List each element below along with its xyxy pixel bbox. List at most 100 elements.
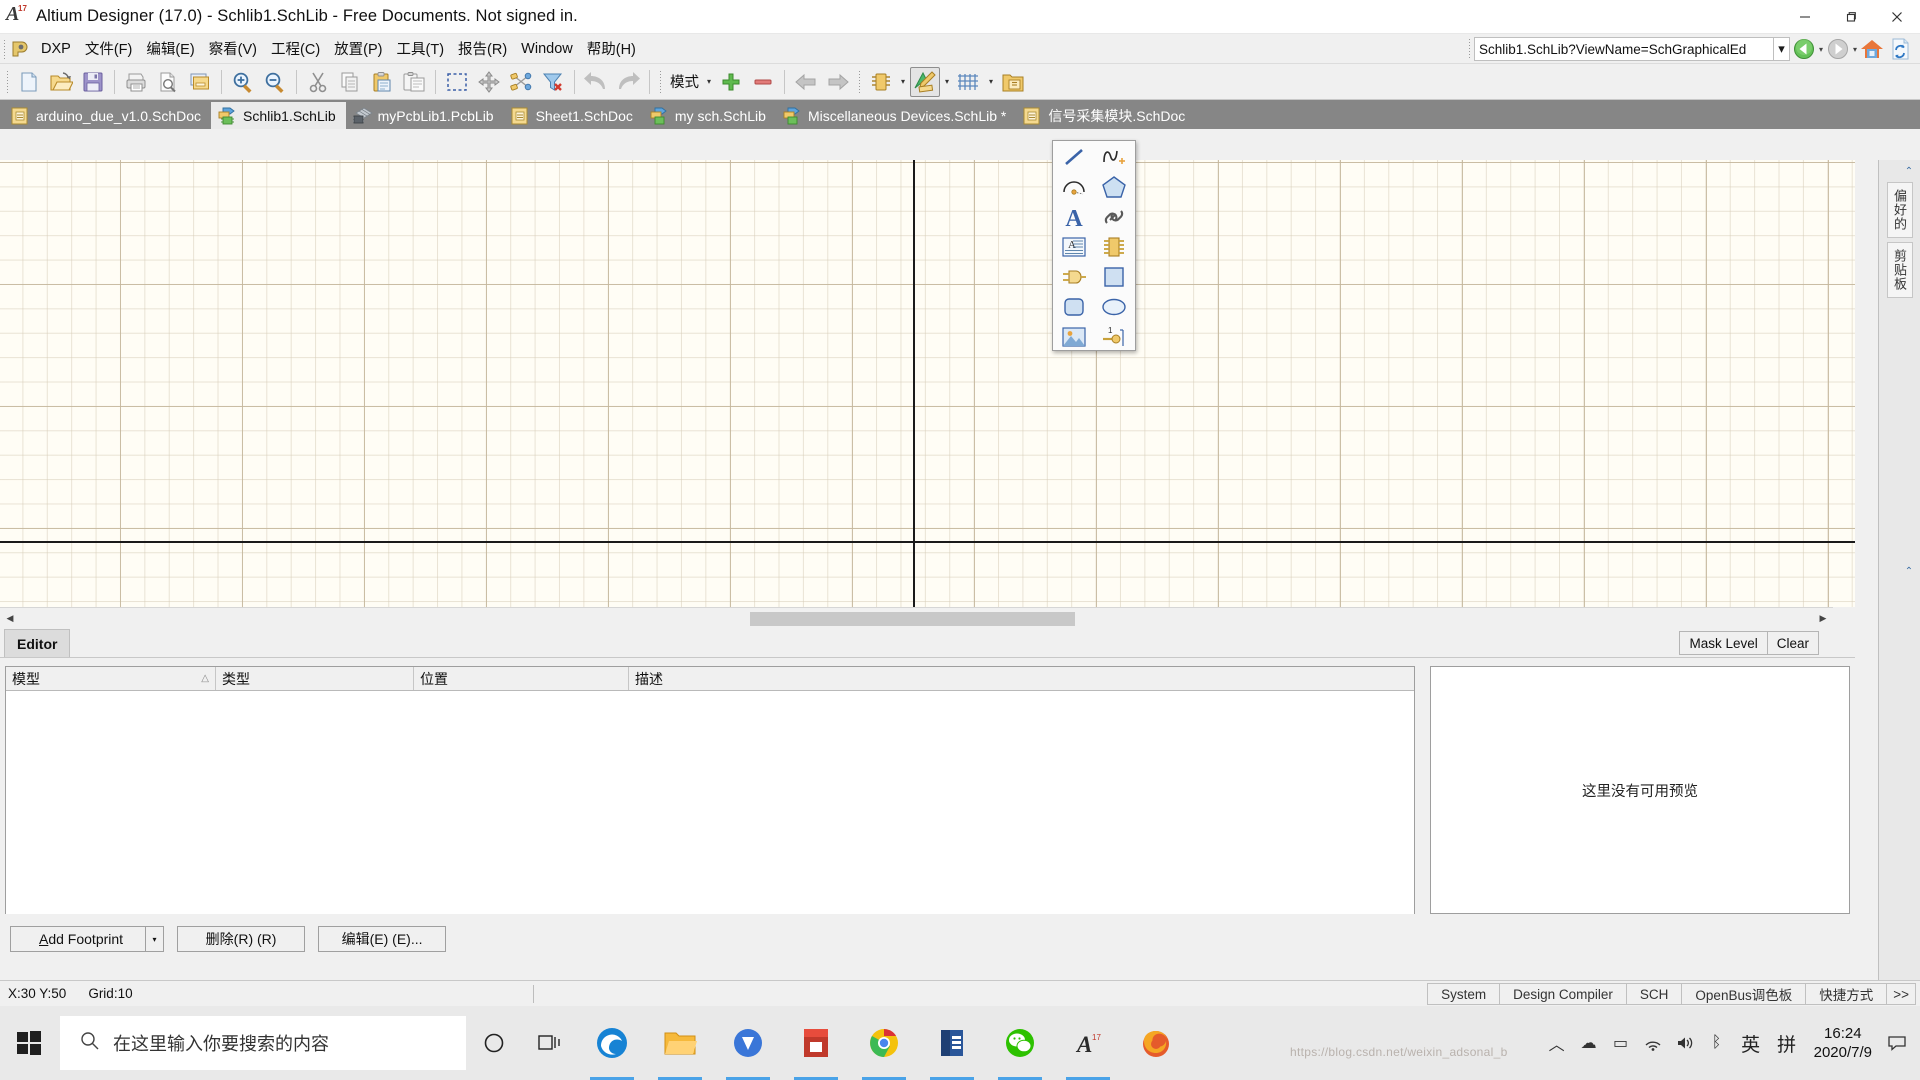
- move-icon[interactable]: [474, 67, 504, 97]
- mask-level-button[interactable]: Mask Level: [1679, 631, 1768, 655]
- clear-filter-icon[interactable]: [538, 67, 568, 97]
- arc-icon[interactable]: [1054, 172, 1094, 202]
- print-icon[interactable]: [121, 67, 151, 97]
- column-header-location[interactable]: 位置: [414, 667, 629, 690]
- save-icon[interactable]: [78, 67, 108, 97]
- add-part-gate-icon[interactable]: [1054, 262, 1094, 292]
- paste-special-icon[interactable]: [399, 67, 429, 97]
- menu-grip[interactable]: [3, 38, 6, 59]
- library-icon[interactable]: [998, 67, 1028, 97]
- doc-tab-sheet1[interactable]: Sheet1.SchDoc: [504, 102, 643, 129]
- refresh-button[interactable]: [1886, 36, 1914, 62]
- forward-button[interactable]: [1824, 36, 1852, 62]
- paste-icon[interactable]: [367, 67, 397, 97]
- add-footprint-dropdown-icon[interactable]: ▾: [145, 927, 163, 951]
- volume-icon[interactable]: [1670, 1006, 1700, 1080]
- edit-model-button[interactable]: 编辑(E) (E)...: [318, 926, 447, 952]
- taskbar-app-altium[interactable]: A 17: [1054, 1006, 1122, 1080]
- place-part-dropdown-icon[interactable]: ▾: [897, 77, 909, 86]
- status-panel-system[interactable]: System: [1427, 983, 1501, 1005]
- dock-expand-up-icon[interactable]: ⌃: [1902, 164, 1916, 178]
- copy-icon[interactable]: [335, 67, 365, 97]
- taskbar-app-wechat[interactable]: [986, 1006, 1054, 1080]
- action-center-icon[interactable]: [1882, 1006, 1912, 1080]
- menu-file[interactable]: 文件(F): [78, 35, 140, 62]
- cut-icon[interactable]: [303, 67, 333, 97]
- new-component-icon[interactable]: [1094, 232, 1134, 262]
- menu-place[interactable]: 放置(P): [327, 35, 389, 62]
- zoom-in-icon[interactable]: [228, 67, 258, 97]
- previous-part-icon[interactable]: [791, 67, 821, 97]
- doc-tab-mysch[interactable]: my sch.SchLib: [643, 102, 776, 129]
- text-frame-icon[interactable]: A: [1054, 232, 1094, 262]
- status-panel-more-button[interactable]: >>: [1886, 983, 1916, 1005]
- model-table[interactable]: 模型 △ 类型 位置 描述: [5, 666, 1415, 914]
- panel-tab-favorites[interactable]: 偏好的: [1886, 182, 1913, 238]
- polygon-icon[interactable]: [1094, 172, 1134, 202]
- ime-language-button[interactable]: 英: [1734, 1006, 1768, 1080]
- undo-icon[interactable]: [581, 67, 611, 97]
- doc-tab-schlib1[interactable]: Schlib1.SchLib: [211, 102, 346, 129]
- open-documents-icon[interactable]: [185, 67, 215, 97]
- maximize-button[interactable]: [1828, 0, 1874, 34]
- dock-expand-down-icon[interactable]: ⌃: [1902, 564, 1916, 578]
- place-part-icon[interactable]: [866, 67, 896, 97]
- task-view-button[interactable]: [522, 1006, 578, 1080]
- scroll-right-icon[interactable]: ▶: [1813, 609, 1833, 629]
- new-document-icon[interactable]: [14, 67, 44, 97]
- open-document-icon[interactable]: [46, 67, 76, 97]
- horizontal-scroll-thumb[interactable]: [750, 612, 1075, 626]
- hyperlink-icon[interactable]: [1094, 202, 1134, 232]
- delete-model-button[interactable]: 删除(R) (R): [177, 926, 306, 952]
- grid-dropdown-icon[interactable]: ▾: [985, 77, 997, 86]
- cortana-button[interactable]: [466, 1006, 522, 1080]
- line-icon[interactable]: [1054, 142, 1094, 172]
- battery-icon[interactable]: ▭: [1606, 1006, 1636, 1080]
- clear-mask-button[interactable]: Clear: [1766, 631, 1819, 655]
- doc-tab-mypcblib[interactable]: myPcbLib1.PcbLib: [346, 102, 504, 129]
- drawing-tools-icon[interactable]: [910, 66, 940, 97]
- doc-tab-arduino[interactable]: arduino_due_v1.0.SchDoc: [4, 102, 211, 129]
- drawing-tools-flyout[interactable]: A A 1: [1052, 140, 1136, 351]
- mode-toolbar-grip[interactable]: [659, 69, 662, 94]
- minimize-button[interactable]: [1782, 0, 1828, 34]
- doc-tab-miscellaneous[interactable]: Miscellaneous Devices.SchLib *: [776, 102, 1016, 129]
- menu-window[interactable]: Window: [514, 38, 580, 60]
- forward-dropdown-icon[interactable]: ▾: [1853, 45, 1857, 54]
- column-header-type[interactable]: 类型: [216, 667, 414, 690]
- close-button[interactable]: [1874, 0, 1920, 34]
- taskbar-app-chrome[interactable]: [850, 1006, 918, 1080]
- add-part-icon[interactable]: [716, 67, 746, 97]
- next-part-icon[interactable]: [823, 67, 853, 97]
- grid-icon[interactable]: [954, 67, 984, 97]
- text-string-icon[interactable]: A: [1054, 202, 1094, 232]
- status-panel-shortcuts[interactable]: 快捷方式: [1805, 983, 1888, 1005]
- image-icon[interactable]: [1054, 322, 1094, 352]
- drawing-tools-dropdown-icon[interactable]: ▾: [941, 77, 953, 86]
- ellipse-icon[interactable]: [1094, 292, 1134, 322]
- taskbar-clock[interactable]: 16:24 2020/7/9: [1806, 1006, 1880, 1080]
- rounded-rectangle-icon[interactable]: [1054, 292, 1094, 322]
- menu-reports[interactable]: 报告(R): [451, 35, 514, 62]
- status-panel-openbus[interactable]: OpenBus调色板: [1681, 983, 1807, 1005]
- taskbar-app-firefox[interactable]: [1122, 1006, 1190, 1080]
- menu-edit[interactable]: 编辑(E): [139, 35, 201, 62]
- scroll-left-icon[interactable]: ◀: [0, 609, 20, 629]
- remove-part-icon[interactable]: [748, 67, 778, 97]
- redo-icon[interactable]: [613, 67, 643, 97]
- status-panel-design-compiler[interactable]: Design Compiler: [1499, 983, 1627, 1005]
- bluetooth-icon[interactable]: ᛒ: [1702, 1006, 1732, 1080]
- taskbar-app-video-player[interactable]: [714, 1006, 782, 1080]
- menu-view[interactable]: 察看(V): [202, 35, 264, 62]
- ime-mode-button[interactable]: 拼: [1770, 1006, 1804, 1080]
- taskbar-search-box[interactable]: 在这里输入你要搜索的内容: [60, 1016, 466, 1070]
- cross-select-icon[interactable]: [506, 67, 536, 97]
- menu-project[interactable]: 工程(C): [264, 35, 327, 62]
- column-header-model[interactable]: 模型 △: [6, 667, 216, 690]
- mode-dropdown-icon[interactable]: ▾: [703, 77, 715, 86]
- taskbar-app-pdf-reader[interactable]: [782, 1006, 850, 1080]
- menu-dxp[interactable]: DXP: [34, 38, 78, 60]
- panel-tab-clipboard[interactable]: 剪贴板: [1886, 242, 1913, 298]
- spline-icon[interactable]: [1094, 142, 1134, 172]
- editor-tab[interactable]: Editor: [4, 629, 71, 657]
